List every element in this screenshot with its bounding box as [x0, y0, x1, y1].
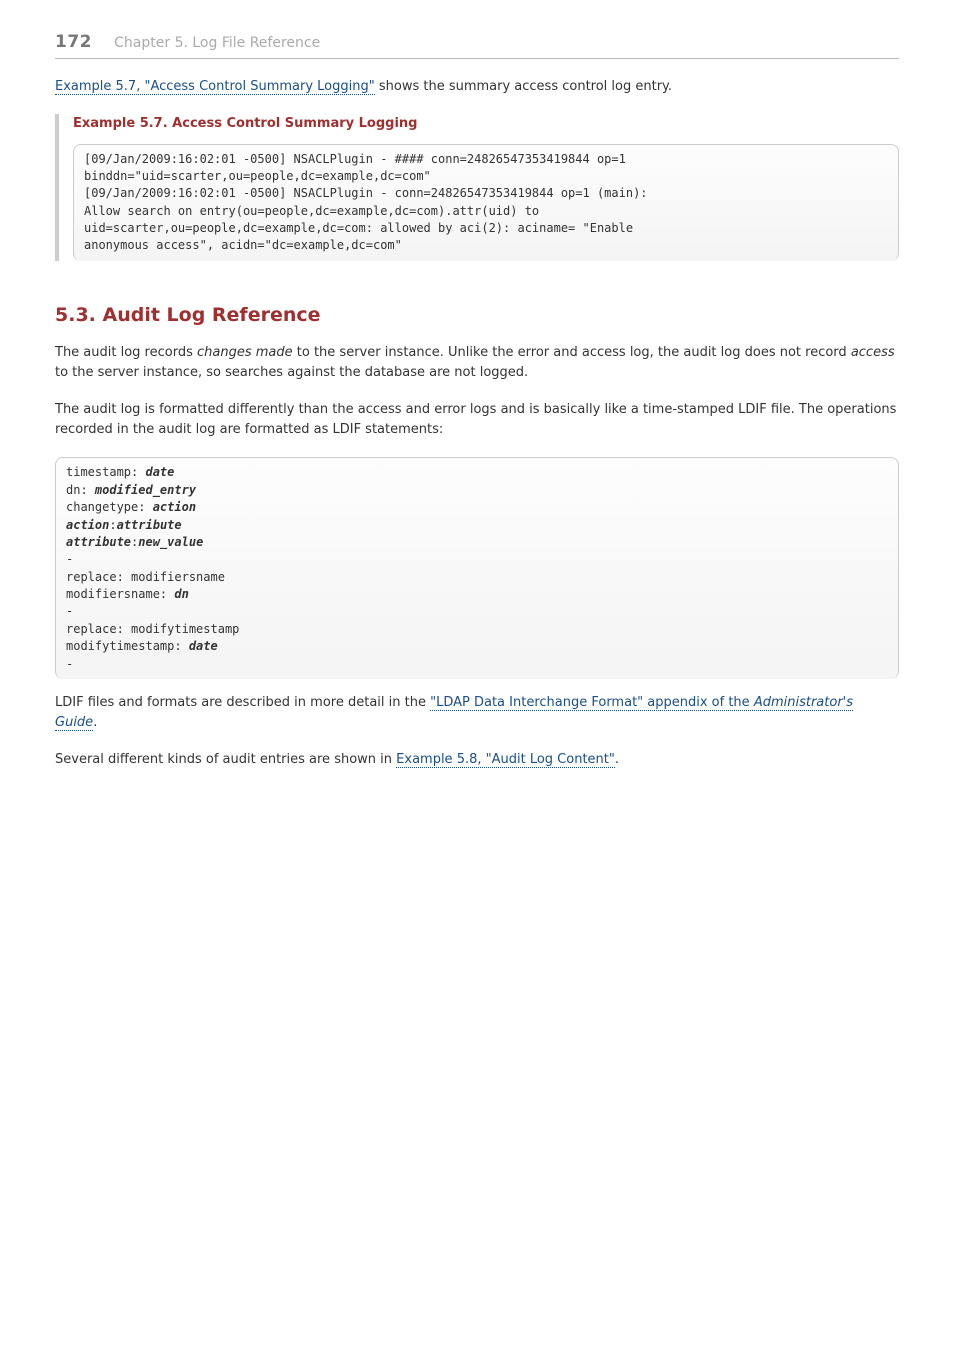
section-p4: Several different kinds of audit entries… [55, 750, 899, 770]
example-5-7-title: Example 5.7. Access Control Summary Logg… [73, 114, 899, 134]
intro-paragraph: Example 5.7, "Access Control Summary Log… [55, 77, 899, 97]
p1-italic-access: access [851, 345, 895, 360]
link-example-5-8[interactable]: Example 5.8, "Audit Log Content" [396, 752, 615, 768]
example-5-7-block: Example 5.7. Access Control Summary Logg… [55, 114, 899, 261]
p3-text-c: . [93, 715, 97, 730]
p4-text-a: Several different kinds of audit entries… [55, 752, 396, 767]
page-number: 172 [55, 32, 92, 52]
example-5-7-code: [09/Jan/2009:16:02:01 -0500] NSACLPlugin… [73, 144, 899, 261]
p1-text-a: The audit log records [55, 345, 197, 360]
ldif-template-code: timestamp: date dn: modified_entry chang… [55, 457, 899, 679]
page: 172 Chapter 5. Log File Reference Exampl… [0, 0, 954, 1351]
chapter-title: Chapter 5. Log File Reference [114, 35, 320, 51]
p3-text-a: LDIF files and formats are described in … [55, 695, 430, 710]
link-example-5-7[interactable]: Example 5.7, "Access Control Summary Log… [55, 79, 375, 95]
p1-text-e: to the server instance, so searches agai… [55, 365, 528, 380]
section-p2: The audit log is formatted differently t… [55, 400, 899, 439]
section-p1: The audit log records changes made to th… [55, 343, 899, 382]
section-title-5-3: 5.3. Audit Log Reference [55, 301, 899, 330]
p1-text-c: to the server instance. Unlike the error… [293, 345, 851, 360]
p4-text-c: . [615, 752, 619, 767]
p3-link-text-a: "LDAP Data Interchange Format" appendix … [430, 695, 754, 710]
page-header: 172 Chapter 5. Log File Reference [55, 30, 899, 59]
intro-after-text: shows the summary access control log ent… [375, 79, 672, 94]
section-p3: LDIF files and formats are described in … [55, 693, 899, 732]
p1-italic-changes-made: changes made [197, 345, 293, 360]
